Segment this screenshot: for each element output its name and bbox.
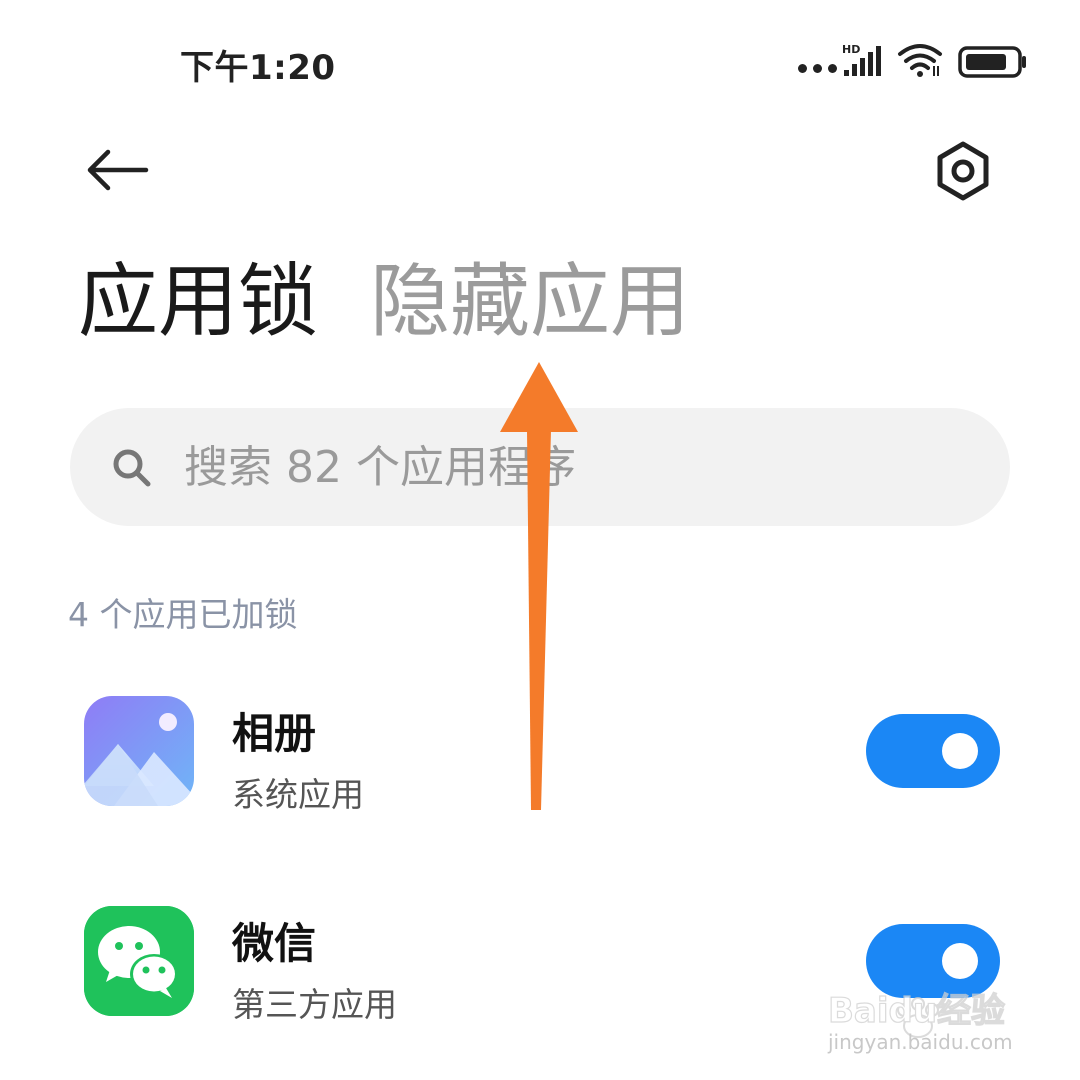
toggle-knob [942,733,978,769]
search-input[interactable] [184,408,964,526]
more-dots-icon [798,64,837,73]
app-type: 第三方应用 [232,985,397,1024]
status-time: 下午1:20 [180,48,336,88]
tab-bar: 应用锁 隐藏应用 [78,262,690,342]
search-icon [113,449,151,487]
watermark-brand: Baidu经验 [828,991,1005,1031]
locked-apps-count: 4 个应用已加锁 [68,595,298,634]
back-arrow-icon [87,149,149,191]
gallery-icon [84,696,194,806]
back-button[interactable] [80,140,156,200]
watermark-url: jingyan.baidu.com [828,1030,1013,1054]
wechat-icon [84,906,194,1016]
app-name: 相册 [232,709,317,758]
signal-hd-label: HD [842,43,860,56]
settings-hex-icon [937,141,989,201]
app-lock-screen: 下午1:20 HD 应用锁 隐藏应用 搜索 82 个应用程序 4 个应用已加锁 … [0,0,1080,1080]
tab-hidden-apps[interactable]: 隐藏应用 [370,262,690,342]
app-type: 系统应用 [232,775,364,814]
toggle-knob [942,943,978,979]
lock-toggle[interactable] [866,714,1000,788]
search-bar[interactable] [70,408,1010,526]
settings-button[interactable] [930,138,996,204]
wifi-icon [898,44,942,77]
list-item[interactable]: 相册 系统应用 [0,696,1080,836]
signal-icon: HD [842,43,881,76]
battery-icon [958,46,1026,78]
app-name: 微信 [232,919,317,968]
tab-app-lock[interactable]: 应用锁 [78,262,318,342]
